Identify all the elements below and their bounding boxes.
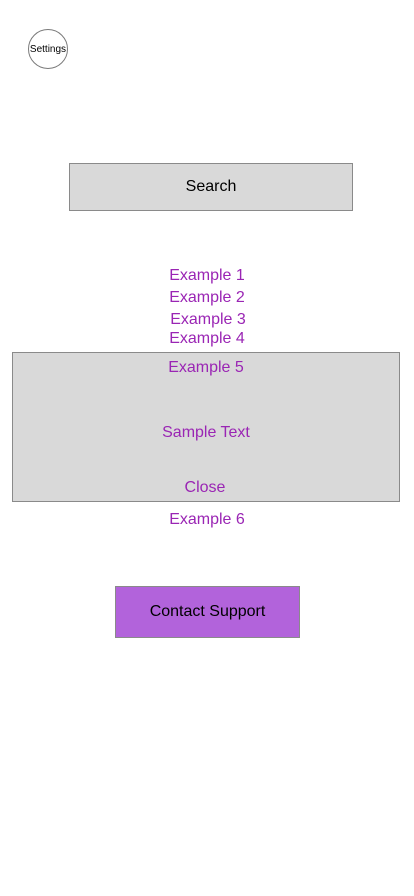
settings-button[interactable]: Settings (28, 29, 68, 69)
example-4-link[interactable]: Example 4 (0, 329, 414, 349)
example-5-link[interactable]: Example 5 (13, 358, 399, 378)
popup-panel: Example 5 Sample Text Close (12, 352, 400, 502)
contact-support-button[interactable]: Contact Support (115, 586, 300, 638)
popup-sample-text: Sample Text (162, 424, 250, 441)
popup-close-button[interactable]: Close (12, 478, 398, 498)
example-3-link[interactable]: Example 3 (1, 310, 414, 330)
example-2-link[interactable]: Example 2 (0, 288, 414, 308)
example-6-link[interactable]: Example 6 (0, 510, 414, 530)
example-1-link[interactable]: Example 1 (0, 266, 414, 286)
page: Settings Search Example 1 Example 2 Exam… (0, 0, 414, 896)
search-button[interactable]: Search (69, 163, 353, 211)
